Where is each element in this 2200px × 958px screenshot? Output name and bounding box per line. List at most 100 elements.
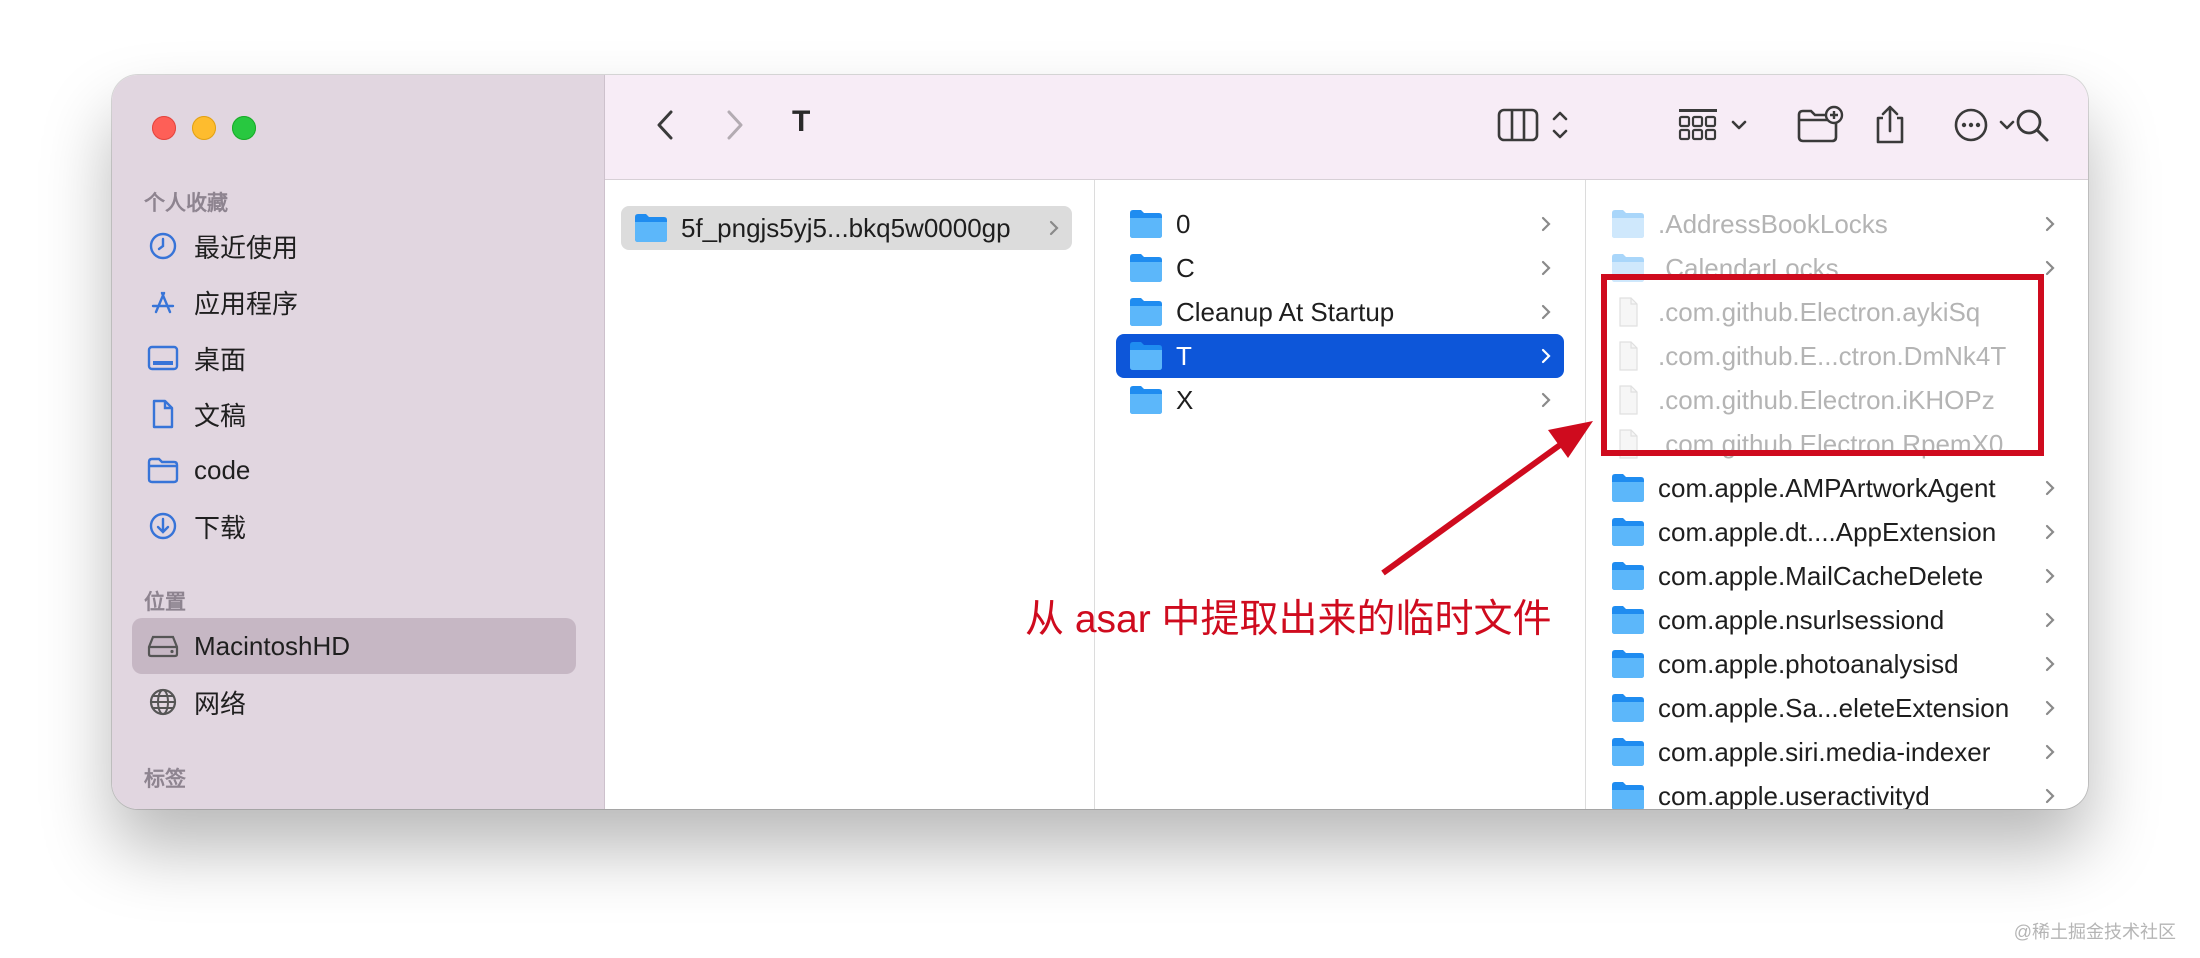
folder-icon [1610, 517, 1646, 547]
download-icon [146, 509, 180, 543]
search-icon [2013, 106, 2051, 149]
sidebar-item-applications[interactable]: 应用程序 [132, 274, 576, 330]
chevron-right-icon [1540, 290, 1552, 334]
list-item-label: 0 [1176, 208, 1191, 239]
network-icon [146, 685, 180, 719]
list-item-label: com.apple.AMPArtworkAgent [1658, 472, 1996, 503]
sidebar: 个人收藏 最近使用 应用程序 桌面 文稿 code 下载 位置 Macintos… [112, 75, 605, 809]
list-item[interactable]: com.apple.photoanalysisd [1598, 642, 2068, 686]
list-item-label: com.apple.siri.media-indexer [1658, 736, 1991, 767]
list-item[interactable]: Cleanup At Startup [1116, 290, 1564, 334]
sidebar-item-recents[interactable]: 最近使用 [132, 218, 576, 274]
list-item[interactable]: com.apple.MailCacheDelete [1598, 554, 2068, 598]
list-item-label: com.apple.nsurlsessiond [1658, 604, 1945, 635]
sidebar-item-code[interactable]: code [132, 442, 576, 498]
folder-icon [1610, 781, 1646, 809]
clock-icon [146, 229, 180, 263]
favorites-section-title: 个人收藏 [144, 192, 228, 215]
sidebar-item-label: 文稿 [194, 400, 247, 431]
annotation-text: 从 asar 中提取出来的临时文件 [1025, 598, 1552, 641]
sidebar-item-label: MacintoshHD [194, 630, 351, 661]
drive-icon [146, 629, 180, 663]
chevron-right-icon [1540, 378, 1552, 422]
chevron-right-icon [1540, 202, 1552, 246]
chevron-right-icon [2044, 466, 2056, 510]
chevron-right-icon [2044, 598, 2056, 642]
close-button[interactable] [152, 116, 176, 140]
list-item[interactable]: com.apple.AMPArtworkAgent [1598, 466, 2068, 510]
list-item-label: com.apple.photoanalysisd [1658, 648, 1959, 679]
locations-section-title: 位置 [144, 591, 186, 614]
minimize-button[interactable] [192, 116, 216, 140]
folder-icon [146, 453, 180, 487]
list-item[interactable]: T [1116, 334, 1564, 378]
folder-icon [1128, 297, 1164, 327]
sidebar-item-label: 网络 [194, 688, 247, 719]
chevron-left-icon [654, 108, 676, 147]
share-button[interactable] [1870, 75, 1910, 179]
chevron-right-icon [2044, 730, 2056, 774]
annotation-highlight-box [1601, 274, 2044, 456]
list-item[interactable]: 0 [1116, 202, 1564, 246]
forward-button[interactable] [715, 75, 755, 179]
list-item-label: T [1176, 340, 1192, 371]
folder-icon [1128, 209, 1164, 239]
chevron-right-icon [2044, 554, 2056, 598]
tags-section-title: 标签 [144, 768, 186, 791]
sidebar-item-label: 下载 [194, 512, 247, 543]
new-folder-button[interactable] [1795, 75, 1845, 179]
chevron-right-icon [1540, 334, 1552, 378]
zoom-button[interactable] [232, 116, 256, 140]
list-item[interactable]: X [1116, 378, 1564, 422]
view-toggle-button[interactable] [1494, 75, 1586, 179]
columns-view-icon [1495, 105, 1585, 150]
grid-group-icon [1677, 105, 1755, 150]
sidebar-item-documents[interactable]: 文稿 [132, 386, 576, 442]
folder-icon [1610, 209, 1646, 239]
list-item[interactable]: C [1116, 246, 1564, 290]
list-item-label: com.apple.MailCacheDelete [1658, 560, 1984, 591]
chevron-right-icon [724, 108, 746, 147]
list-item[interactable]: com.apple.dt....AppExtension [1598, 510, 2068, 554]
column-2: 0 C Cleanup At Startup T X [1095, 180, 1586, 809]
folder-icon [1610, 561, 1646, 591]
chevron-right-icon [1540, 246, 1552, 290]
watermark: @稀土掘金技术社区 [2013, 922, 2176, 942]
chevron-right-icon [1048, 206, 1060, 250]
desktop-icon [146, 341, 180, 375]
sidebar-item-macintoshhd[interactable]: MacintoshHD [132, 618, 576, 674]
folder-icon [1128, 385, 1164, 415]
sidebar-item-downloads[interactable]: 下载 [132, 498, 576, 554]
folder-icon [1610, 737, 1646, 767]
folder-icon [1128, 341, 1164, 371]
document-icon [146, 397, 180, 431]
list-item[interactable]: com.apple.siri.media-indexer [1598, 730, 2068, 774]
group-button[interactable] [1677, 75, 1755, 179]
list-item-label: Cleanup At Startup [1176, 296, 1395, 327]
window-title: T [792, 105, 811, 138]
sidebar-item-desktop[interactable]: 桌面 [132, 330, 576, 386]
list-item[interactable]: com.apple.nsurlsessiond [1598, 598, 2068, 642]
folder-icon [1610, 693, 1646, 723]
list-item-label: 5f_pngjs5yj5...bkq5w0000gp [681, 212, 1011, 243]
list-item[interactable]: .AddressBookLocks [1598, 202, 2068, 246]
list-item[interactable]: com.apple.useractivityd [1598, 774, 2068, 809]
chevron-right-icon [2044, 246, 2056, 290]
folder-icon [1610, 605, 1646, 635]
column-1: 5f_pngjs5yj5...bkq5w0000gp [605, 180, 1095, 809]
new-folder-icon [1796, 105, 1844, 150]
list-item-label: C [1176, 252, 1195, 283]
list-item[interactable]: com.apple.Sa...eleteExtension [1598, 686, 2068, 730]
sidebar-item-network[interactable]: 网络 [132, 674, 576, 730]
list-item-label: com.apple.dt....AppExtension [1658, 516, 1997, 547]
list-item[interactable]: 5f_pngjs5yj5...bkq5w0000gp [621, 206, 1072, 250]
sidebar-item-label: 桌面 [194, 344, 247, 375]
folder-icon [1610, 473, 1646, 503]
search-button[interactable] [2012, 75, 2052, 179]
share-icon [1872, 104, 1908, 151]
chevron-right-icon [2044, 202, 2056, 246]
sidebar-item-label: 最近使用 [194, 232, 299, 263]
list-item-label: X [1176, 384, 1194, 415]
chevron-right-icon [2044, 642, 2056, 686]
back-button[interactable] [645, 75, 685, 179]
